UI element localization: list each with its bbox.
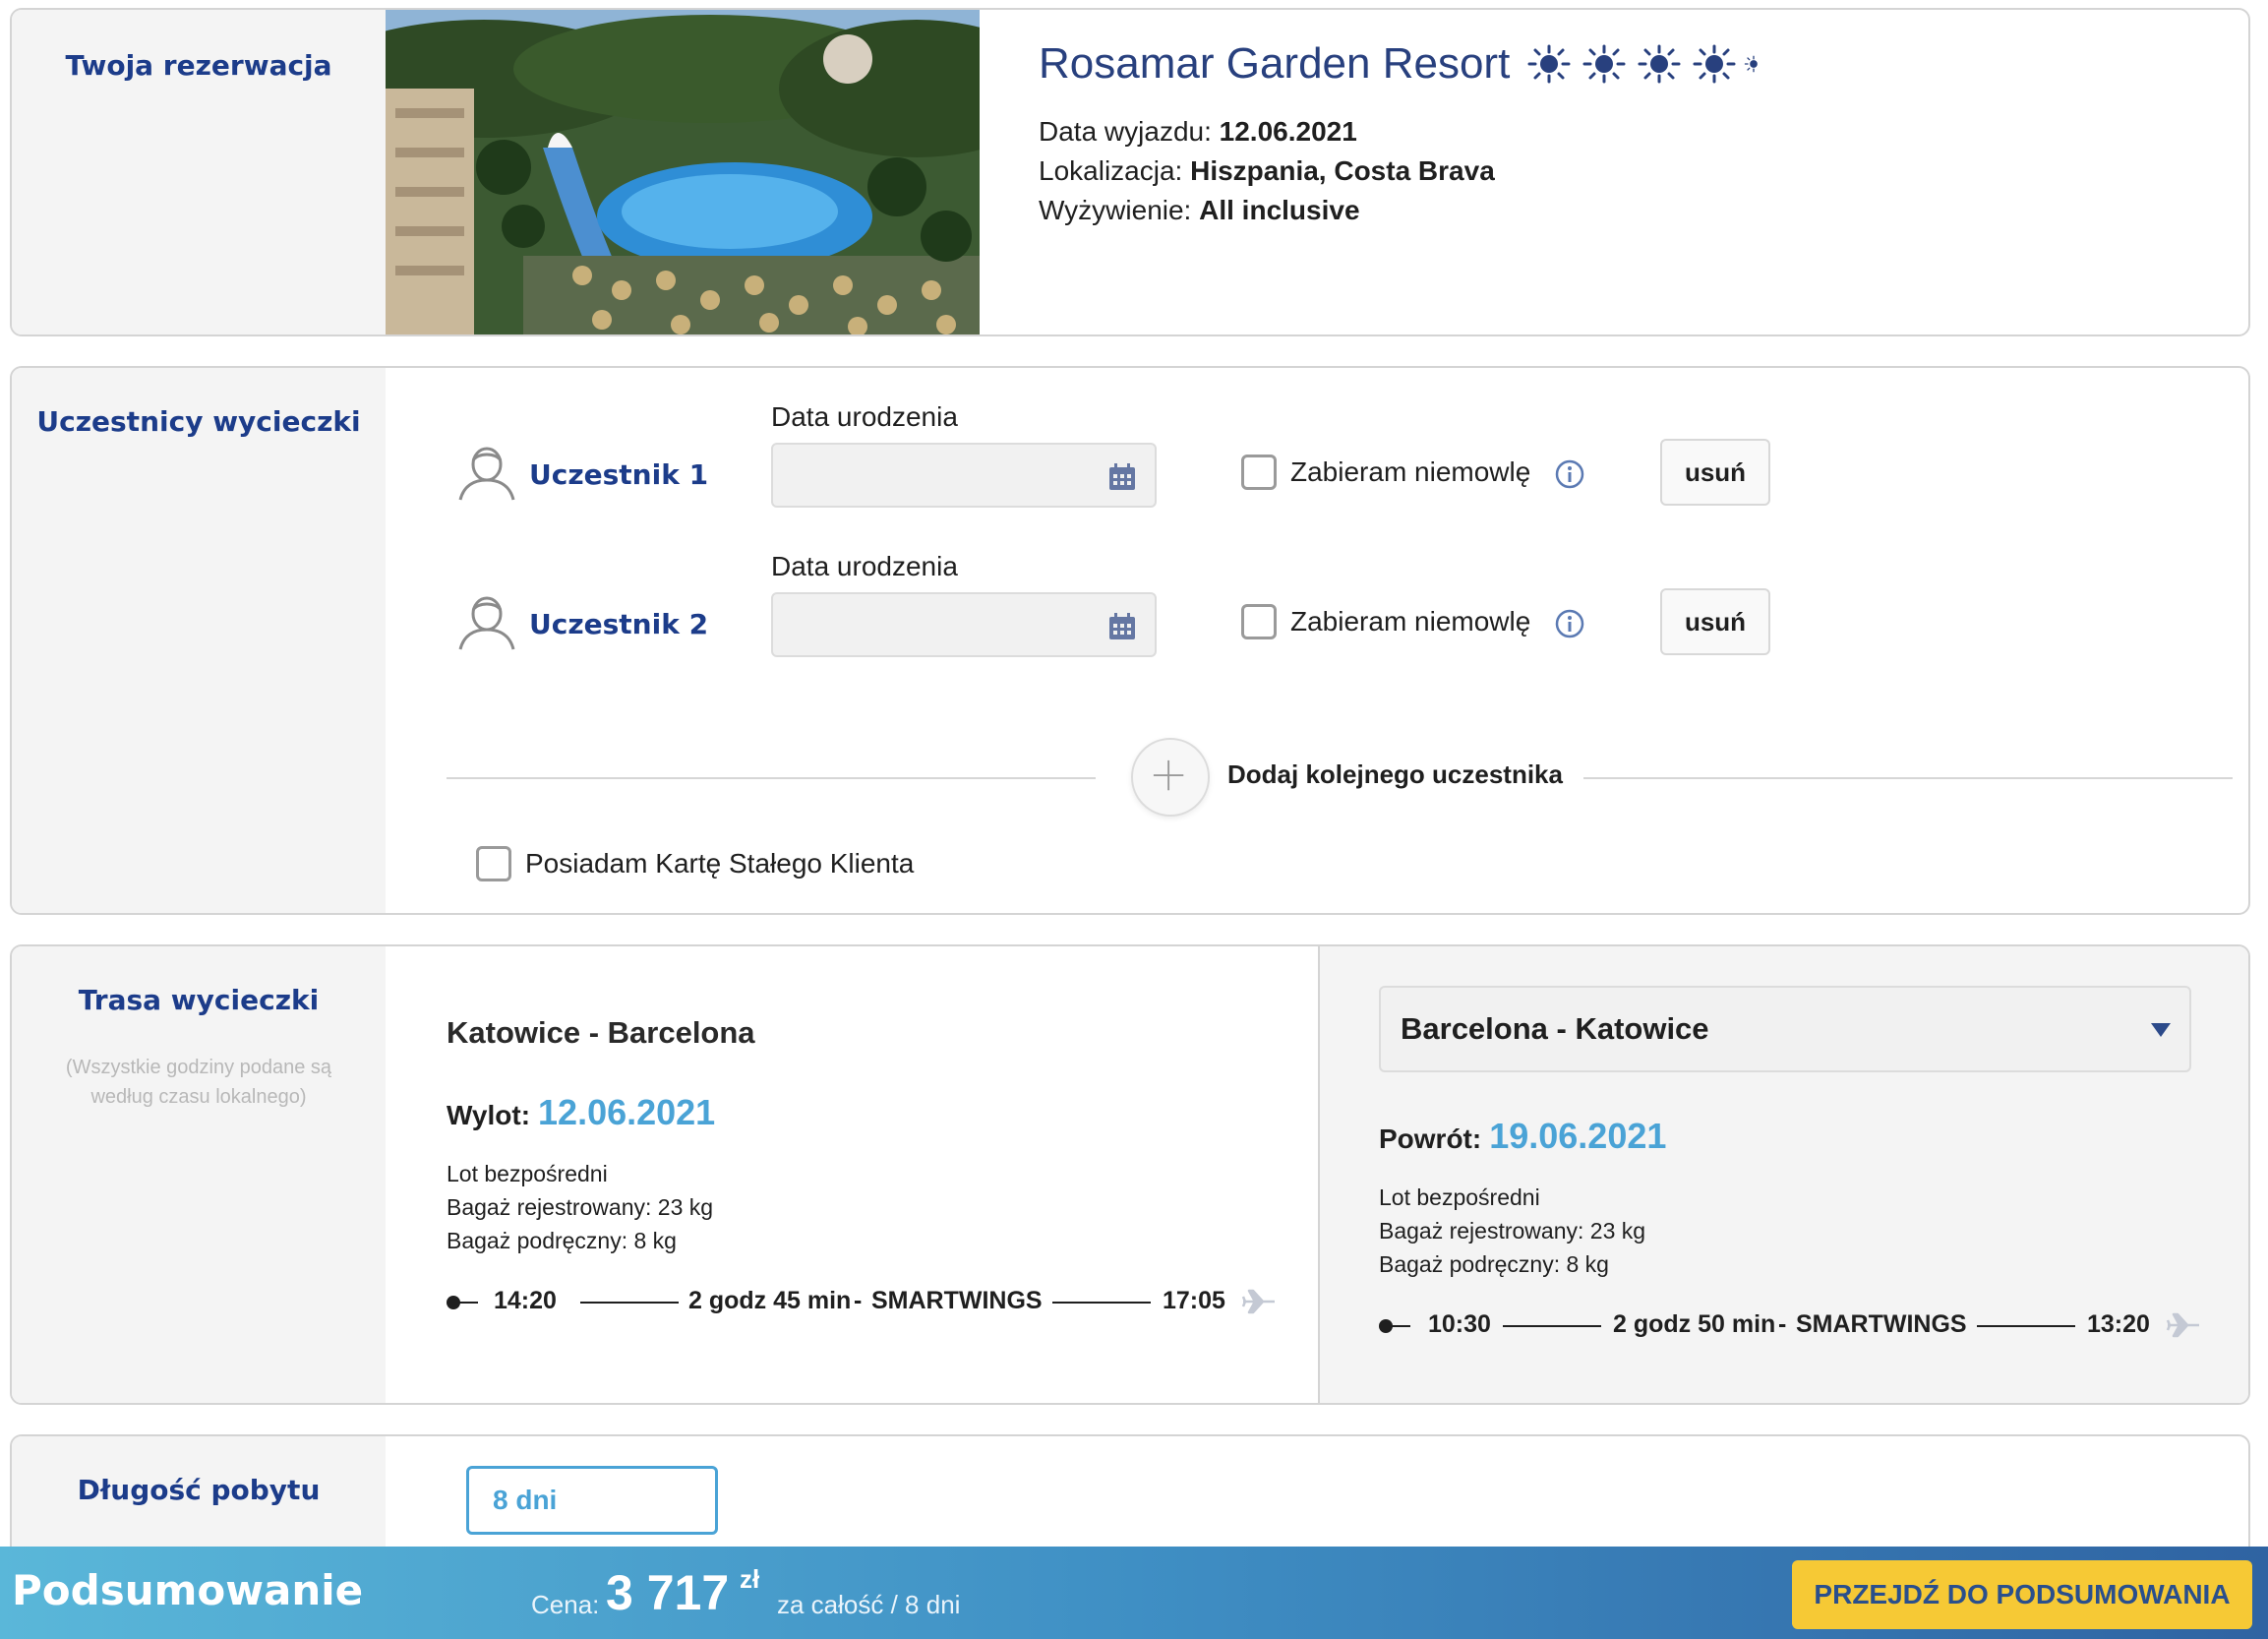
price-currency: zł: [740, 1564, 760, 1594]
booking-sidebar: Twoja rezerwacja: [12, 10, 386, 334]
board-type: Wyżywienie: All inclusive: [1039, 195, 1360, 225]
route-sidebar: Trasa wycieczki (Wszystkie godziny podan…: [12, 946, 386, 1403]
return-route-select[interactable]: Barcelona - Katowice: [1379, 986, 2191, 1072]
stay-length-select[interactable]: 8 dni: [466, 1466, 718, 1535]
return-panel: Barcelona - Katowice Powrót: 19.06.2021 L…: [1318, 946, 2248, 1403]
hand-baggage: Bagaż podręczny: 8 kg: [447, 1228, 677, 1253]
plus-icon: [1153, 759, 1184, 791]
sun-icon: [1638, 44, 1681, 84]
half-sun-icon: [1745, 55, 1759, 73]
go-to-summary-button[interactable]: PRZEJDŹ DO PODSUMOWANIA: [1792, 1560, 2252, 1629]
separator: -: [854, 1287, 863, 1314]
outbound-route-title: Katowice - Barcelona: [447, 1015, 755, 1050]
add-participant-label[interactable]: Dodaj kolejnego uczestnika: [1227, 759, 1563, 790]
outbound-timeline: 14:20 2 godz 45 min - SMARTWINGS 17:05: [447, 1287, 1275, 1316]
price-label: Cena:: [531, 1590, 600, 1619]
flight-type: Lot bezpośredni: [1379, 1184, 1540, 1210]
divider-line: [1583, 777, 2233, 779]
airline: SMARTWINGS: [871, 1287, 1043, 1314]
infant-checkbox[interactable]: [1241, 604, 1277, 639]
route-card: Trasa wycieczki (Wszystkie godziny podan…: [10, 944, 2250, 1405]
price-note: za całość / 8 dni: [777, 1590, 961, 1619]
flight-duration: 2 godz 50 min: [1613, 1310, 1776, 1338]
stay-section-title: Długość pobytu: [77, 1474, 321, 1506]
participant-name: Uczestnik 1: [529, 458, 709, 491]
route-time-note: (Wszystkie godziny podane są według czas…: [65, 1057, 332, 1108]
arrive-time: 13:20: [2087, 1310, 2150, 1338]
checked-baggage: Bagaż rejestrowany: 23 kg: [1379, 1218, 1646, 1244]
route-section-title: Trasa wycieczki: [78, 984, 320, 1016]
person-icon: [458, 447, 515, 501]
checked-baggage: Bagaż rejestrowany: 23 kg: [447, 1194, 714, 1220]
booking-section-title: Twoja rezerwacja: [65, 49, 332, 82]
plane-icon: [1241, 1289, 1275, 1314]
return-date: Powrót: 19.06.2021: [1379, 1116, 1667, 1156]
booking-card: Twoja rezerwacja Rosamar Garden Resort D…: [10, 8, 2250, 336]
separator: -: [1778, 1310, 1787, 1338]
return-timeline: 10:30 2 godz 50 min - SMARTWINGS 13:20: [1379, 1310, 2205, 1340]
sun-icon: [1582, 44, 1626, 84]
sun-icon: [1693, 44, 1736, 84]
loyalty-label: Posiadam Kartę Stałego Klienta: [525, 848, 915, 879]
info-icon[interactable]: [1554, 458, 1585, 490]
info-icon[interactable]: [1554, 608, 1585, 639]
outbound-date: Wylot: 12.06.2021: [447, 1092, 716, 1132]
hotel-rating: [1522, 42, 1765, 86]
timeline-line: [1052, 1302, 1151, 1304]
participants-card: Uczestnicy wycieczki Uczestnik 1 Data ur…: [10, 366, 2250, 915]
calendar-icon[interactable]: [1107, 462, 1137, 492]
flight-duration: 2 godz 45 min: [688, 1287, 852, 1314]
price-value: 3 717: [606, 1565, 730, 1620]
loyalty-checkbox[interactable]: [476, 846, 511, 881]
arrive-time: 17:05: [1163, 1287, 1225, 1314]
timeline-line: [1977, 1325, 2075, 1327]
stay-length-value: 8 dni: [493, 1485, 558, 1515]
hotel-photo[interactable]: [386, 10, 980, 336]
participant-name: Uczestnik 2: [529, 608, 709, 640]
timeline-line: [1385, 1325, 1410, 1327]
airline: SMARTWINGS: [1796, 1310, 1967, 1338]
dob-input[interactable]: [771, 592, 1157, 657]
hotel-name-text: Rosamar Garden Resort: [1039, 39, 1511, 88]
outbound-flight-info: Lot bezpośredni Bagaż rejestrowany: 23 k…: [447, 1157, 713, 1257]
sun-icon: [1527, 44, 1571, 84]
location: Lokalizacja: Hiszpania, Costa Brava: [1039, 155, 1495, 186]
return-route-title: Barcelona - Katowice: [1401, 1011, 1709, 1046]
depart-time: 10:30: [1428, 1310, 1491, 1338]
calendar-icon[interactable]: [1107, 612, 1137, 641]
participants-section-title: Uczestnicy wycieczki: [36, 405, 361, 438]
hotel-name: Rosamar Garden Resort: [1039, 39, 1765, 89]
plane-icon: [2166, 1312, 2199, 1338]
timeline-line: [1503, 1325, 1601, 1327]
divider-line: [447, 777, 1096, 779]
dropdown-arrow-icon[interactable]: [2150, 1021, 2172, 1039]
infant-label: Zabieram niemowlę: [1290, 606, 1531, 637]
depart-time: 14:20: [494, 1287, 557, 1314]
remove-participant-button[interactable]: usuń: [1660, 439, 1770, 506]
dob-label: Data urodzenia: [771, 401, 958, 432]
return-flight-info: Lot bezpośredni Bagaż rejestrowany: 23 k…: [1379, 1181, 1645, 1281]
dob-label: Data urodzenia: [771, 551, 958, 581]
timeline-line: [452, 1302, 478, 1304]
person-icon: [458, 596, 515, 650]
timeline-line: [580, 1302, 679, 1304]
summary-bar: Podsumowanie Cena: 3 717 zł za całość / …: [0, 1547, 2268, 1639]
remove-participant-button[interactable]: usuń: [1660, 588, 1770, 655]
infant-checkbox[interactable]: [1241, 455, 1277, 490]
add-participant-button[interactable]: [1131, 738, 1210, 817]
flight-type: Lot bezpośredni: [447, 1161, 608, 1186]
infant-label: Zabieram niemowlę: [1290, 456, 1531, 487]
dob-input[interactable]: [771, 443, 1157, 508]
hand-baggage: Bagaż podręczny: 8 kg: [1379, 1251, 1609, 1277]
departure-date: Data wyjazdu: 12.06.2021: [1039, 116, 1357, 147]
participants-sidebar: Uczestnicy wycieczki: [12, 368, 386, 913]
summary-title: Podsumowanie: [12, 1566, 364, 1614]
